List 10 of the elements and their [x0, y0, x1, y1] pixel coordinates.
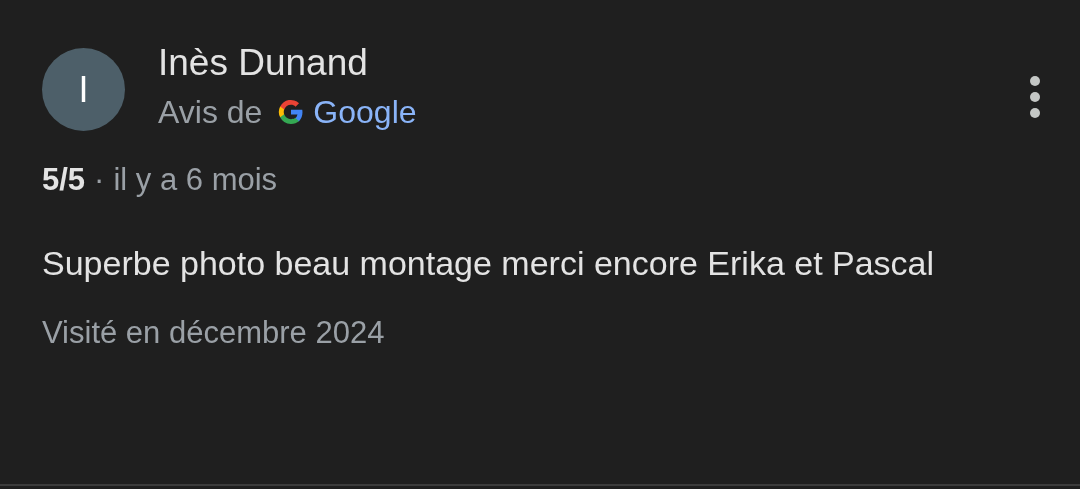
rating: 5/5: [42, 161, 86, 199]
avatar[interactable]: I: [42, 48, 125, 131]
author-name[interactable]: Inès Dunand: [158, 38, 1022, 88]
g-logo-icon: [278, 99, 305, 125]
visit-date: Visité en décembre 2024: [42, 314, 386, 352]
source-label: Avis de: [158, 93, 263, 132]
review-time: il y a 6 mois: [113, 161, 278, 199]
review-text: Superbe photo beau montage merci encore Erika et Pascal: [42, 243, 936, 284]
separator: ·: [94, 161, 105, 199]
source-link[interactable]: Google: [313, 92, 417, 132]
